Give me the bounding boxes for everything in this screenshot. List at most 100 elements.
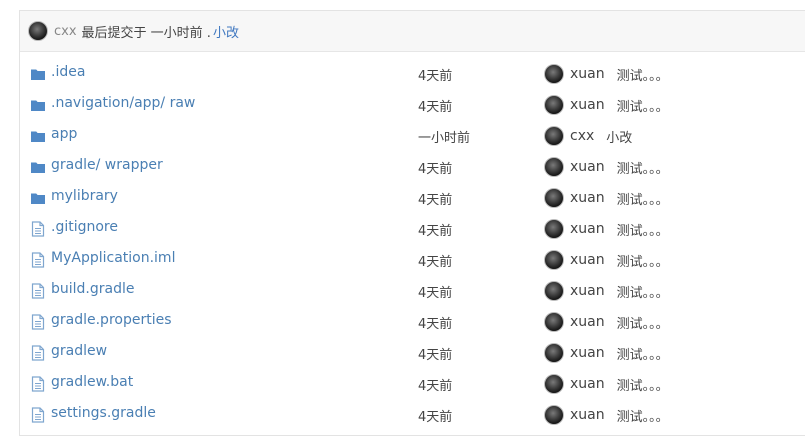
- commit-author-cell: cxx 小改: [544, 126, 632, 146]
- last-modified-time: 4天前: [418, 224, 453, 239]
- author-name[interactable]: xuan: [570, 345, 605, 361]
- author-name[interactable]: xuan: [570, 221, 605, 237]
- last-modified-time: 4天前: [418, 255, 453, 270]
- folder-icon: [31, 190, 45, 206]
- file-row: .gitignore 4天前 xuan 测试。。。: [20, 213, 805, 244]
- author-name[interactable]: xuan: [570, 66, 605, 82]
- file-icon: [31, 314, 45, 330]
- avatar[interactable]: [544, 281, 564, 301]
- commit-message[interactable]: 小改: [606, 127, 632, 146]
- last-modified-time: 4天前: [418, 100, 453, 115]
- file-name-link[interactable]: settings.gradle: [51, 405, 156, 421]
- avatar[interactable]: [544, 219, 564, 239]
- last-modified-time: 4天前: [418, 379, 453, 394]
- avatar[interactable]: [544, 312, 564, 332]
- commit-author-cell: xuan 测试。。。: [544, 405, 669, 425]
- commit-author-cell: xuan 测试。。。: [544, 95, 669, 115]
- commit-message[interactable]: 测试。。。: [617, 282, 669, 301]
- file-name-link[interactable]: .idea: [51, 64, 85, 80]
- commit-message[interactable]: 测试。。。: [617, 344, 669, 363]
- commit-author-cell: xuan 测试。。。: [544, 64, 669, 84]
- commit-message[interactable]: 测试。。。: [617, 158, 669, 177]
- file-name-link[interactable]: mylibrary: [51, 188, 118, 204]
- author-name[interactable]: xuan: [570, 159, 605, 175]
- author-name[interactable]: xuan: [570, 314, 605, 330]
- file-row: .idea 4天前 xuan 测试。。。: [20, 58, 805, 89]
- folder-icon: [31, 66, 45, 82]
- commit-author-cell: xuan 测试。。。: [544, 281, 669, 301]
- avatar[interactable]: [544, 95, 564, 115]
- commit-message[interactable]: 测试。。。: [617, 65, 669, 84]
- author-name[interactable]: cxx: [570, 128, 594, 144]
- commit-author-cell: xuan 测试。。。: [544, 250, 669, 270]
- file-icon: [31, 252, 45, 268]
- author-name[interactable]: xuan: [570, 190, 605, 206]
- file-icon: [31, 407, 45, 423]
- file-row: gradle.properties 4天前 xuan 测试。。。: [20, 306, 805, 337]
- avatar[interactable]: [544, 250, 564, 270]
- last-modified-time: 4天前: [418, 348, 453, 363]
- file-icon: [31, 221, 45, 237]
- avatar[interactable]: [544, 64, 564, 84]
- folder-icon: [31, 128, 45, 144]
- avatar[interactable]: [544, 374, 564, 394]
- file-row: gradlew.bat 4天前 xuan 测试。。。: [20, 368, 805, 399]
- file-name-link[interactable]: gradlew: [51, 343, 107, 359]
- commit-message[interactable]: 测试。。。: [617, 313, 669, 332]
- commit-message[interactable]: 测试。。。: [617, 251, 669, 270]
- file-name-link[interactable]: .navigation/app/ raw: [51, 95, 195, 111]
- folder-icon: [31, 159, 45, 175]
- file-row: app 一小时前 cxx 小改: [20, 120, 805, 151]
- avatar[interactable]: [28, 21, 48, 41]
- author-name[interactable]: xuan: [570, 252, 605, 268]
- commit-message-link[interactable]: 小改: [213, 22, 239, 41]
- author-name[interactable]: xuan: [570, 407, 605, 423]
- file-name-link[interactable]: build.gradle: [51, 281, 135, 297]
- commit-author-cell: xuan 测试。。。: [544, 188, 669, 208]
- last-modified-time: 4天前: [418, 286, 453, 301]
- file-name-link[interactable]: app: [51, 126, 77, 142]
- last-modified-time: 4天前: [418, 410, 453, 425]
- commit-message[interactable]: 测试。。。: [617, 220, 669, 239]
- file-name-link[interactable]: MyApplication.iml: [51, 250, 175, 266]
- file-row: build.gradle 4天前 xuan 测试。。。: [20, 275, 805, 306]
- commit-message[interactable]: 测试。。。: [617, 96, 669, 115]
- last-modified-time: 4天前: [418, 69, 453, 84]
- file-row: mylibrary 4天前 xuan 测试。。。: [20, 182, 805, 213]
- avatar[interactable]: [544, 405, 564, 425]
- author-name[interactable]: xuan: [570, 97, 605, 113]
- file-row: .navigation/app/ raw 4天前 xuan 测试。。。: [20, 89, 805, 120]
- author-name[interactable]: xuan: [570, 376, 605, 392]
- commit-message[interactable]: 测试。。。: [617, 189, 669, 208]
- last-modified-time: 4天前: [418, 317, 453, 332]
- file-icon: [31, 345, 45, 361]
- latest-commit-bar: cxx 最后提交于 一小时前 . 小改: [20, 11, 805, 52]
- commit-message[interactable]: 测试。。。: [617, 406, 669, 425]
- commit-author-cell: xuan 测试。。。: [544, 157, 669, 177]
- file-row: gradlew 4天前 xuan 测试。。。: [20, 337, 805, 368]
- commit-message[interactable]: 测试。。。: [617, 375, 669, 394]
- last-modified-time: 一小时前: [418, 131, 471, 146]
- author-name[interactable]: xuan: [570, 283, 605, 299]
- file-name-link[interactable]: gradlew.bat: [51, 374, 133, 390]
- file-name-link[interactable]: gradle/ wrapper: [51, 157, 163, 173]
- file-name-link[interactable]: .gitignore: [51, 219, 118, 235]
- avatar[interactable]: [544, 157, 564, 177]
- file-name-link[interactable]: gradle.properties: [51, 312, 172, 328]
- last-modified-time: 4天前: [418, 162, 453, 177]
- avatar[interactable]: [544, 188, 564, 208]
- file-row: settings.gradle 4天前 xuan 测试。。。: [20, 399, 805, 430]
- folder-icon: [31, 97, 45, 113]
- file-icon: [31, 376, 45, 392]
- avatar[interactable]: [544, 126, 564, 146]
- avatar[interactable]: [544, 343, 564, 363]
- commit-author[interactable]: cxx: [54, 24, 77, 39]
- last-modified-time: 4天前: [418, 193, 453, 208]
- commit-author-cell: xuan 测试。。。: [544, 219, 669, 239]
- file-browser-panel: cxx 最后提交于 一小时前 . 小改 .idea 4天前 xuan 测试。。。 .na…: [19, 10, 805, 436]
- commit-info: 最后提交于 一小时前 .: [81, 25, 211, 41]
- commit-author-cell: xuan 测试。。。: [544, 343, 669, 363]
- file-row: gradle/ wrapper 4天前 xuan 测试。。。: [20, 151, 805, 182]
- file-row: MyApplication.iml 4天前 xuan 测试。。。: [20, 244, 805, 275]
- file-list: .idea 4天前 xuan 测试。。。 .navigation/app/ raw 4天前…: [20, 58, 805, 430]
